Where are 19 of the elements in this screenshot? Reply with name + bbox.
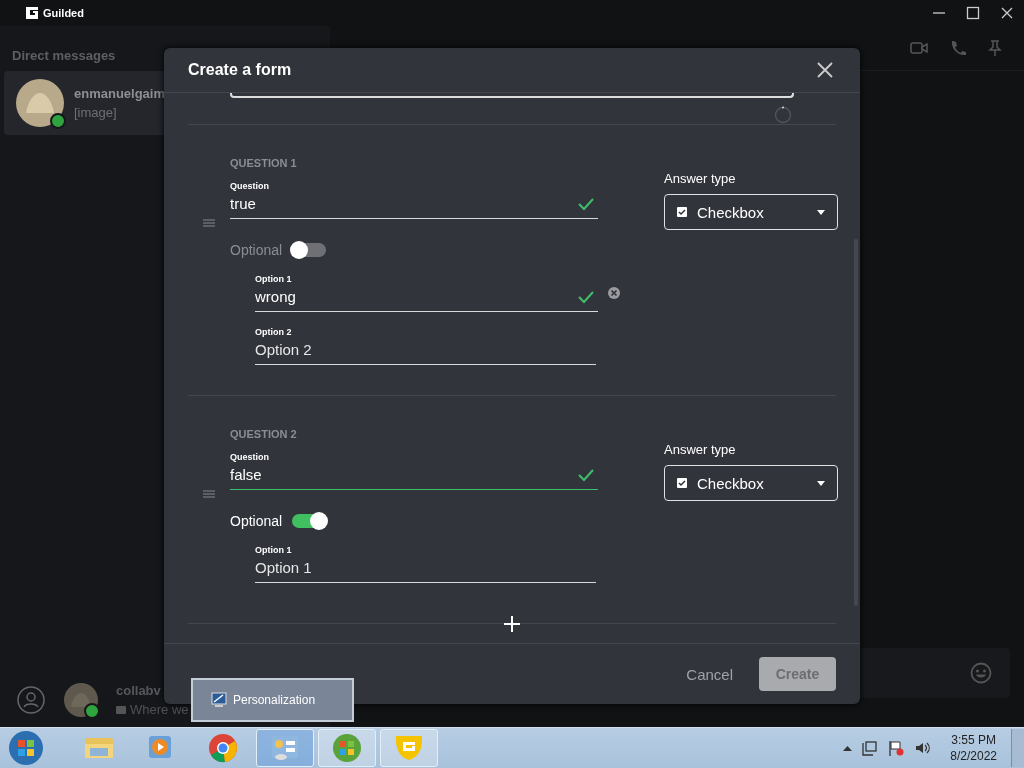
optional-label: Optional — [230, 242, 283, 258]
dialog-title: Create a form — [188, 61, 292, 79]
section-heading: Direct messages — [12, 48, 116, 63]
user-status: Where we — [130, 702, 189, 717]
user-name: collabv — [116, 683, 162, 698]
answer-type-label: Answer type — [664, 171, 737, 186]
conversation-name: enmanuelgaim — [74, 86, 166, 101]
field-label: Option 1 — [255, 544, 293, 556]
field-label: Question — [230, 451, 270, 463]
question-label: QUESTION 1 — [230, 157, 298, 169]
field-label: Question — [230, 180, 270, 192]
app-title: Guilded — [43, 7, 84, 19]
answer-type-label: Answer type — [664, 442, 737, 457]
tooltip-text: Personalization — [233, 693, 316, 707]
question-label: QUESTION 2 — [230, 428, 298, 440]
field-label: Option 1 — [255, 273, 293, 285]
optional-label: Optional — [230, 513, 283, 529]
message-preview: [image] — [74, 105, 118, 120]
field-label: Option 2 — [255, 326, 293, 338]
